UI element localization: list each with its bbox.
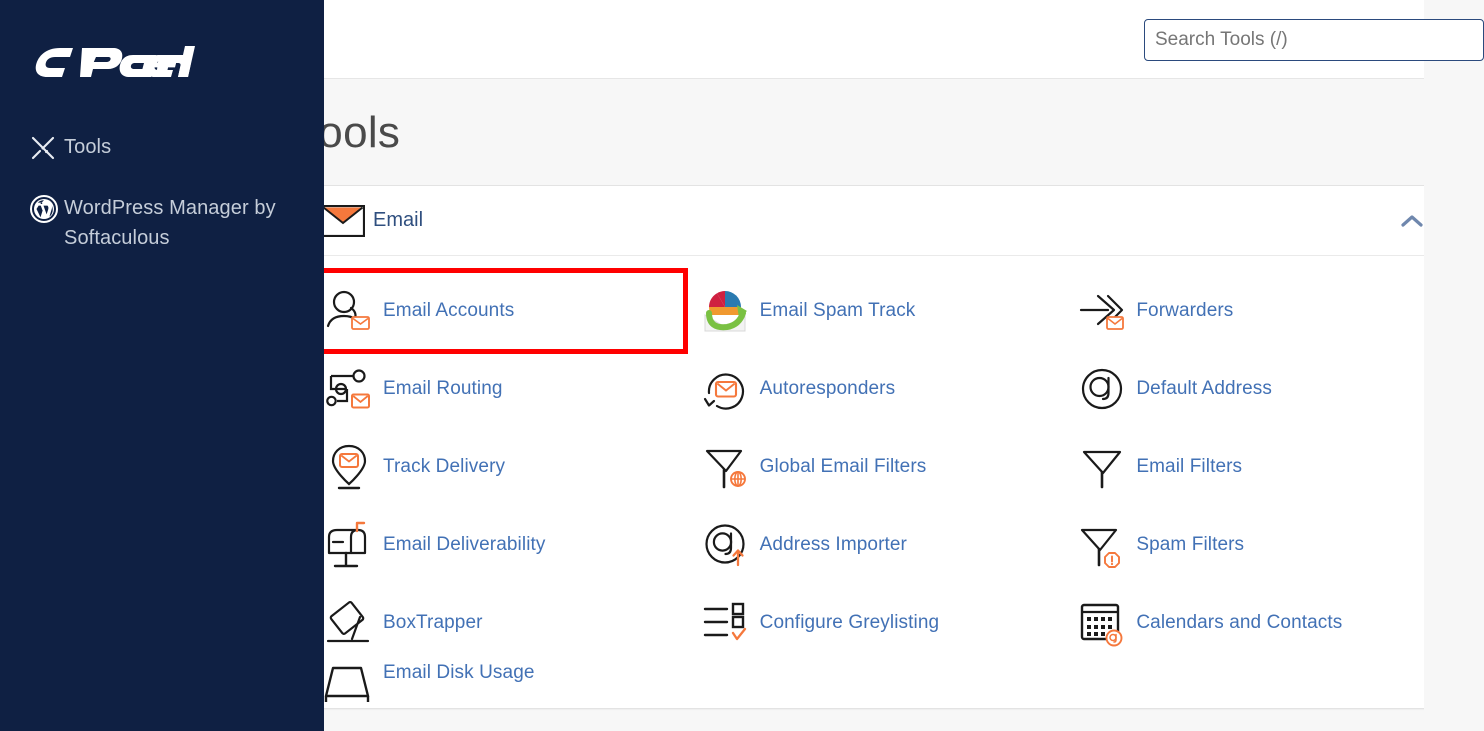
- chevron-up-icon[interactable]: [1399, 213, 1424, 229]
- tool-label: Calendars and Contacts: [1136, 612, 1343, 633]
- tool-label: Global Email Filters: [759, 456, 927, 477]
- tool-email-disk-usage[interactable]: Email Disk Usage: [324, 662, 684, 702]
- arrows-envelope-icon: [1068, 283, 1136, 339]
- email-panel: Email Email Accounts Email Spam Track Fo…: [324, 185, 1424, 709]
- disk-usage-icon: [324, 662, 383, 702]
- sidebar: Tools WordPress Manager by Softaculous: [0, 0, 324, 731]
- topbar: [324, 0, 1484, 79]
- tool-label: Track Delivery: [383, 456, 506, 477]
- tool-email-accounts[interactable]: Email Accounts: [324, 268, 688, 354]
- email-panel-title: Email: [373, 209, 424, 231]
- tool-label: Configure Greylisting: [759, 612, 940, 633]
- circular-arrow-envelope-icon: [692, 361, 760, 417]
- calendar-at-icon: [1068, 595, 1136, 651]
- tool-email-routing[interactable]: Email Routing: [324, 350, 684, 428]
- tool-label: Forwarders: [1136, 300, 1234, 321]
- sidebar-item-tools[interactable]: Tools: [0, 132, 324, 163]
- tool-default-address[interactable]: Default Address: [1060, 350, 1424, 428]
- email-panel-header[interactable]: Email: [324, 186, 1424, 256]
- email-tools-grid: Email Accounts Email Spam Track Forwarde…: [324, 256, 1424, 708]
- tool-track-delivery[interactable]: Track Delivery: [324, 428, 684, 506]
- funnel-icon: [1068, 439, 1136, 495]
- tool-spam-filters[interactable]: Spam Filters: [1060, 506, 1424, 584]
- sidebar-item-wordpress-manager[interactable]: WordPress Manager by Softaculous: [0, 193, 324, 253]
- tool-label: Default Address: [1136, 378, 1272, 399]
- cpanel-app: Tools WordPress Manager by Softaculous S…: [0, 0, 1484, 731]
- tool-address-importer[interactable]: Address Importer: [684, 506, 1061, 584]
- search-wrapper: [1144, 19, 1484, 61]
- mailbox-icon: [324, 517, 383, 573]
- map-pin-envelope-icon: [324, 439, 383, 495]
- sidebar-nav: Tools WordPress Manager by Softaculous: [0, 132, 324, 253]
- main-area: Tools Email: [324, 0, 1484, 731]
- checklist-icon: [692, 595, 760, 651]
- cpanel-logo[interactable]: [0, 30, 324, 90]
- tool-label: Email Deliverability: [383, 534, 546, 555]
- tool-calendars-and-contacts[interactable]: Calendars and Contacts: [1060, 584, 1424, 662]
- tool-email-deliverability[interactable]: Email Deliverability: [324, 506, 684, 584]
- search-input[interactable]: [1144, 19, 1484, 61]
- tool-label: Email Spam Track: [759, 300, 916, 321]
- tool-autoresponders[interactable]: Autoresponders: [684, 350, 1061, 428]
- tool-label: Address Importer: [759, 534, 907, 555]
- tool-forwarders[interactable]: Forwarders: [1060, 272, 1424, 350]
- tool-label: Email Routing: [383, 378, 503, 399]
- envelope-icon: [324, 204, 373, 237]
- tool-label: BoxTrapper: [383, 612, 483, 633]
- box-trap-icon: [324, 595, 383, 651]
- tool-label: Autoresponders: [759, 378, 896, 399]
- sidebar-item-label: Tools: [64, 136, 112, 158]
- tool-label: Email Filters: [1136, 456, 1243, 477]
- at-circle-icon: [1068, 361, 1136, 417]
- tool-label: Email Accounts: [383, 300, 515, 321]
- wordpress-icon: [30, 194, 64, 224]
- tool-email-filters[interactable]: Email Filters: [1060, 428, 1424, 506]
- tool-boxtrapper[interactable]: BoxTrapper: [324, 584, 684, 662]
- page-title: Tools: [324, 108, 401, 157]
- sidebar-item-label: WordPress Manager by Softaculous: [64, 197, 276, 249]
- tool-global-email-filters[interactable]: Global Email Filters: [684, 428, 1061, 506]
- funnel-alert-icon: [1068, 517, 1136, 573]
- tool-email-spam-track[interactable]: Email Spam Track: [684, 272, 1061, 350]
- tool-configure-greylisting[interactable]: Configure Greylisting: [684, 584, 1061, 662]
- tool-label: Spam Filters: [1136, 534, 1245, 555]
- tools-icon: [30, 133, 64, 163]
- routing-envelope-icon: [324, 361, 383, 417]
- funnel-globe-icon: [692, 439, 760, 495]
- at-circle-arrow-icon: [692, 517, 760, 573]
- content-region: Tools Email: [324, 79, 1424, 731]
- piechart-envelope-icon: [692, 283, 760, 339]
- tool-label: Email Disk Usage: [383, 662, 535, 683]
- user-envelope-icon: [324, 283, 383, 339]
